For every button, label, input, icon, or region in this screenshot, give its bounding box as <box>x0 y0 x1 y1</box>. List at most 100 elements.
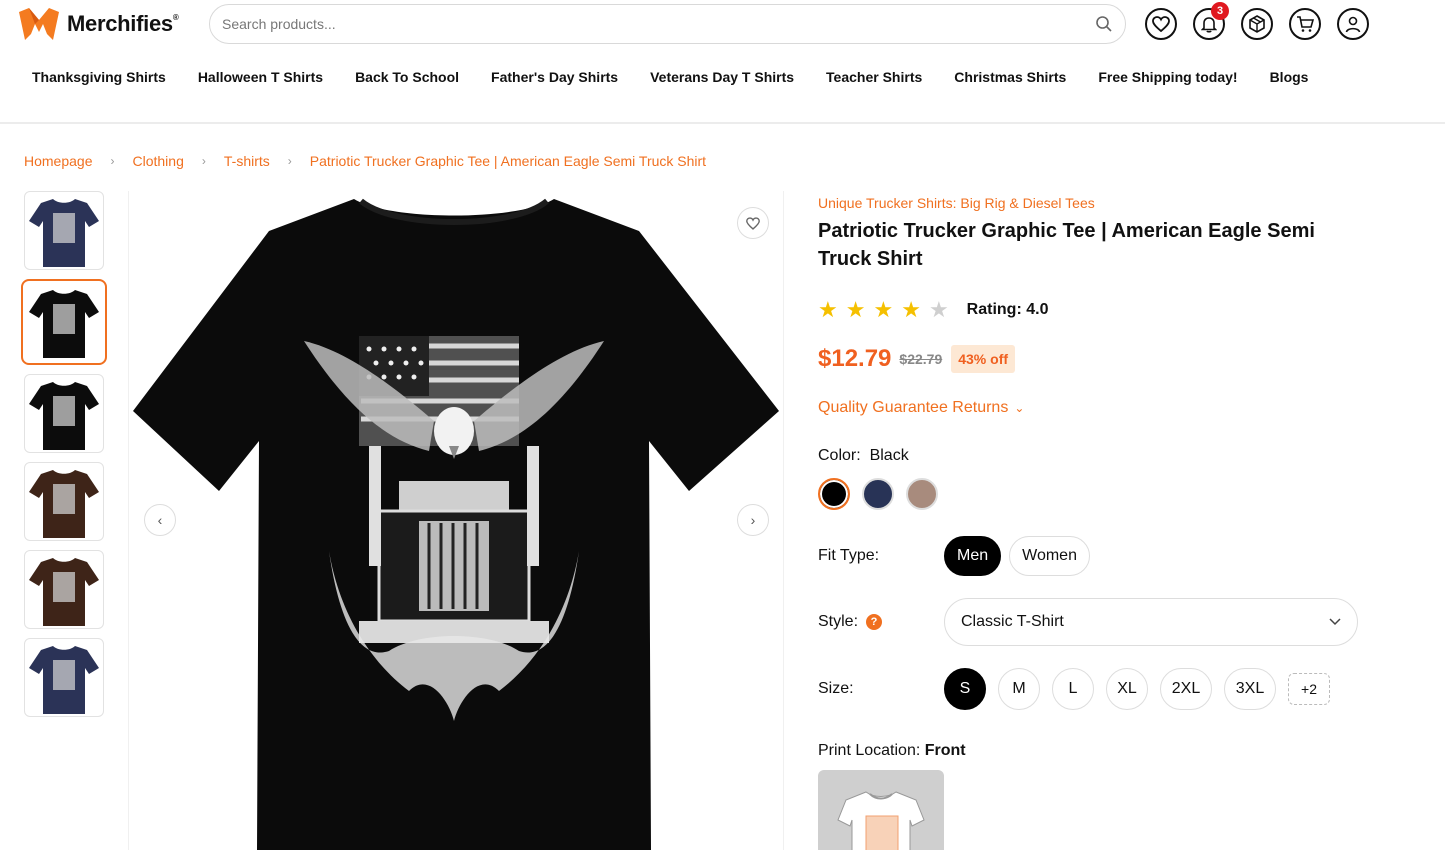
nav-fathers-day-shirts[interactable]: Father's Day Shirts <box>491 69 618 85</box>
current-price: $12.79 <box>818 345 892 372</box>
original-price: $22.79 <box>899 351 943 367</box>
product-title: Patriotic Trucker Graphic Tee | American… <box>818 220 1315 270</box>
help-icon[interactable]: ? <box>866 614 883 630</box>
orders-button[interactable] <box>1241 8 1273 40</box>
search-icon[interactable] <box>1095 15 1113 33</box>
print-location-front-option[interactable] <box>818 770 944 850</box>
breadcrumb-current[interactable]: Patriotic Trucker Graphic Tee | American… <box>310 153 706 169</box>
more-sizes-button[interactable]: +2 <box>1288 673 1330 705</box>
fit-type-row: Fit Type: Men Women <box>818 536 1378 576</box>
color-swatch-3[interactable] <box>906 478 938 510</box>
chevron-right-icon: › <box>110 154 115 168</box>
main-product-image: ‹ › <box>128 191 784 850</box>
color-swatch-1[interactable] <box>818 478 850 510</box>
size-option-2xl[interactable]: 2XL <box>1160 668 1212 710</box>
tshirt-thumbnail-image <box>29 381 99 450</box>
style-value: Classic T-Shirt <box>961 613 1064 630</box>
nav-blogs[interactable]: Blogs <box>1270 69 1309 85</box>
star-icon: ★ <box>873 297 894 322</box>
main-nav: Thanksgiving Shirts Halloween T Shirts B… <box>32 69 1308 85</box>
size-option-m[interactable]: M <box>998 668 1040 710</box>
chevron-right-icon: › <box>750 512 756 528</box>
logo[interactable]: Merchifies® <box>17 6 179 42</box>
print-location: Print Location: Front <box>818 742 966 759</box>
fit-women-button[interactable]: Women <box>1009 536 1090 576</box>
thumbnail-4[interactable] <box>24 462 104 541</box>
thumbnail-6[interactable] <box>24 638 104 717</box>
header-actions: 3 <box>1145 2 1369 40</box>
account-button[interactable] <box>1337 8 1369 40</box>
heart-icon <box>746 216 760 230</box>
next-image-button[interactable]: › <box>737 504 769 536</box>
size-row: Size: S M L XL 2XL 3XL +2 <box>818 668 1378 710</box>
header-divider <box>0 122 1445 124</box>
breadcrumb-clothing[interactable]: Clothing <box>133 153 184 169</box>
tshirt-image <box>133 198 779 850</box>
selected-color: Black <box>869 447 909 464</box>
nav-teacher-shirts[interactable]: Teacher Shirts <box>826 69 922 85</box>
chevron-down-icon <box>1329 618 1341 626</box>
style-select[interactable]: Classic T-Shirt <box>944 598 1358 646</box>
thumbnail-3[interactable] <box>24 374 104 453</box>
collection-link[interactable]: Unique Trucker Shirts: Big Rig & Diesel … <box>818 195 1378 211</box>
search-bar[interactable] <box>209 4 1126 44</box>
star-rating: ★ ★ ★ ★ ★ <box>818 297 949 323</box>
add-to-wishlist-button[interactable] <box>737 207 769 239</box>
thumbnail-list <box>21 191 107 717</box>
chevron-down-icon: ⌄ <box>1014 401 1025 415</box>
notification-badge: 3 <box>1211 2 1229 20</box>
package-icon <box>1249 15 1265 33</box>
wishlist-button[interactable] <box>1145 8 1177 40</box>
star-icon: ★ <box>901 297 921 322</box>
breadcrumb-tshirts[interactable]: T-shirts <box>224 153 270 169</box>
fit-men-button[interactable]: Men <box>944 536 1002 576</box>
notifications-button[interactable]: 3 <box>1193 2 1229 40</box>
heart-icon <box>1152 16 1170 32</box>
merchifies-logo-icon <box>19 8 59 40</box>
fit-type-label: Fit Type: <box>818 547 880 564</box>
nav-halloween-shirts[interactable]: Halloween T Shirts <box>198 69 323 85</box>
tshirt-thumbnail-image <box>29 198 99 267</box>
thumbnail-5[interactable] <box>24 550 104 629</box>
star-icon: ★ <box>818 297 838 322</box>
price-row: $12.79 $22.79 43% off <box>818 345 1378 373</box>
guarantee-label: Quality Guarantee Returns <box>818 399 1009 416</box>
star-icon: ★ <box>928 297 949 322</box>
cart-button[interactable] <box>1289 8 1321 40</box>
style-row: Style: ? Classic T-Shirt <box>818 598 1378 646</box>
nav-christmas-shirts[interactable]: Christmas Shirts <box>954 69 1066 85</box>
nav-back-to-school[interactable]: Back To School <box>355 69 459 85</box>
thumbnail-2[interactable] <box>21 279 107 365</box>
tshirt-thumbnail-image <box>29 290 99 358</box>
nav-thanksgiving-shirts[interactable]: Thanksgiving Shirts <box>32 69 166 85</box>
nav-veterans-day-shirts[interactable]: Veterans Day T Shirts <box>650 69 794 85</box>
color-swatches <box>818 478 1378 510</box>
chevron-right-icon: › <box>201 154 206 168</box>
user-icon <box>1345 16 1361 33</box>
size-option-s[interactable]: S <box>944 668 986 710</box>
chevron-left-icon: ‹ <box>157 512 163 528</box>
nav-free-shipping[interactable]: Free Shipping today! <box>1098 69 1237 85</box>
size-option-l[interactable]: L <box>1052 668 1094 710</box>
breadcrumb-homepage[interactable]: Homepage <box>24 153 93 169</box>
size-label: Size: <box>818 680 854 697</box>
product-info: Unique Trucker Shirts: Big Rig & Diesel … <box>818 195 1378 850</box>
color-label: Color: Black <box>818 447 909 464</box>
tshirt-thumbnail-image <box>29 557 99 626</box>
tshirt-thumbnail-image <box>29 469 99 538</box>
cart-icon <box>1297 16 1314 32</box>
quality-guarantee-toggle[interactable]: Quality Guarantee Returns ⌄ <box>818 399 1378 417</box>
color-swatch-2[interactable] <box>862 478 894 510</box>
chevron-right-icon: › <box>287 154 292 168</box>
breadcrumb: Homepage › Clothing › T-shirts › Patriot… <box>24 153 706 169</box>
brand-name: Merchifies® <box>67 11 179 36</box>
size-option-3xl[interactable]: 3XL <box>1224 668 1276 710</box>
print-location-value: Front <box>924 742 966 759</box>
thumbnail-1[interactable] <box>24 191 104 270</box>
star-icon: ★ <box>845 297 866 322</box>
tshirt-thumbnail-image <box>29 645 99 714</box>
print-front-image <box>837 791 925 850</box>
search-input[interactable] <box>222 16 1095 32</box>
previous-image-button[interactable]: ‹ <box>144 504 176 536</box>
size-option-xl[interactable]: XL <box>1106 668 1148 710</box>
